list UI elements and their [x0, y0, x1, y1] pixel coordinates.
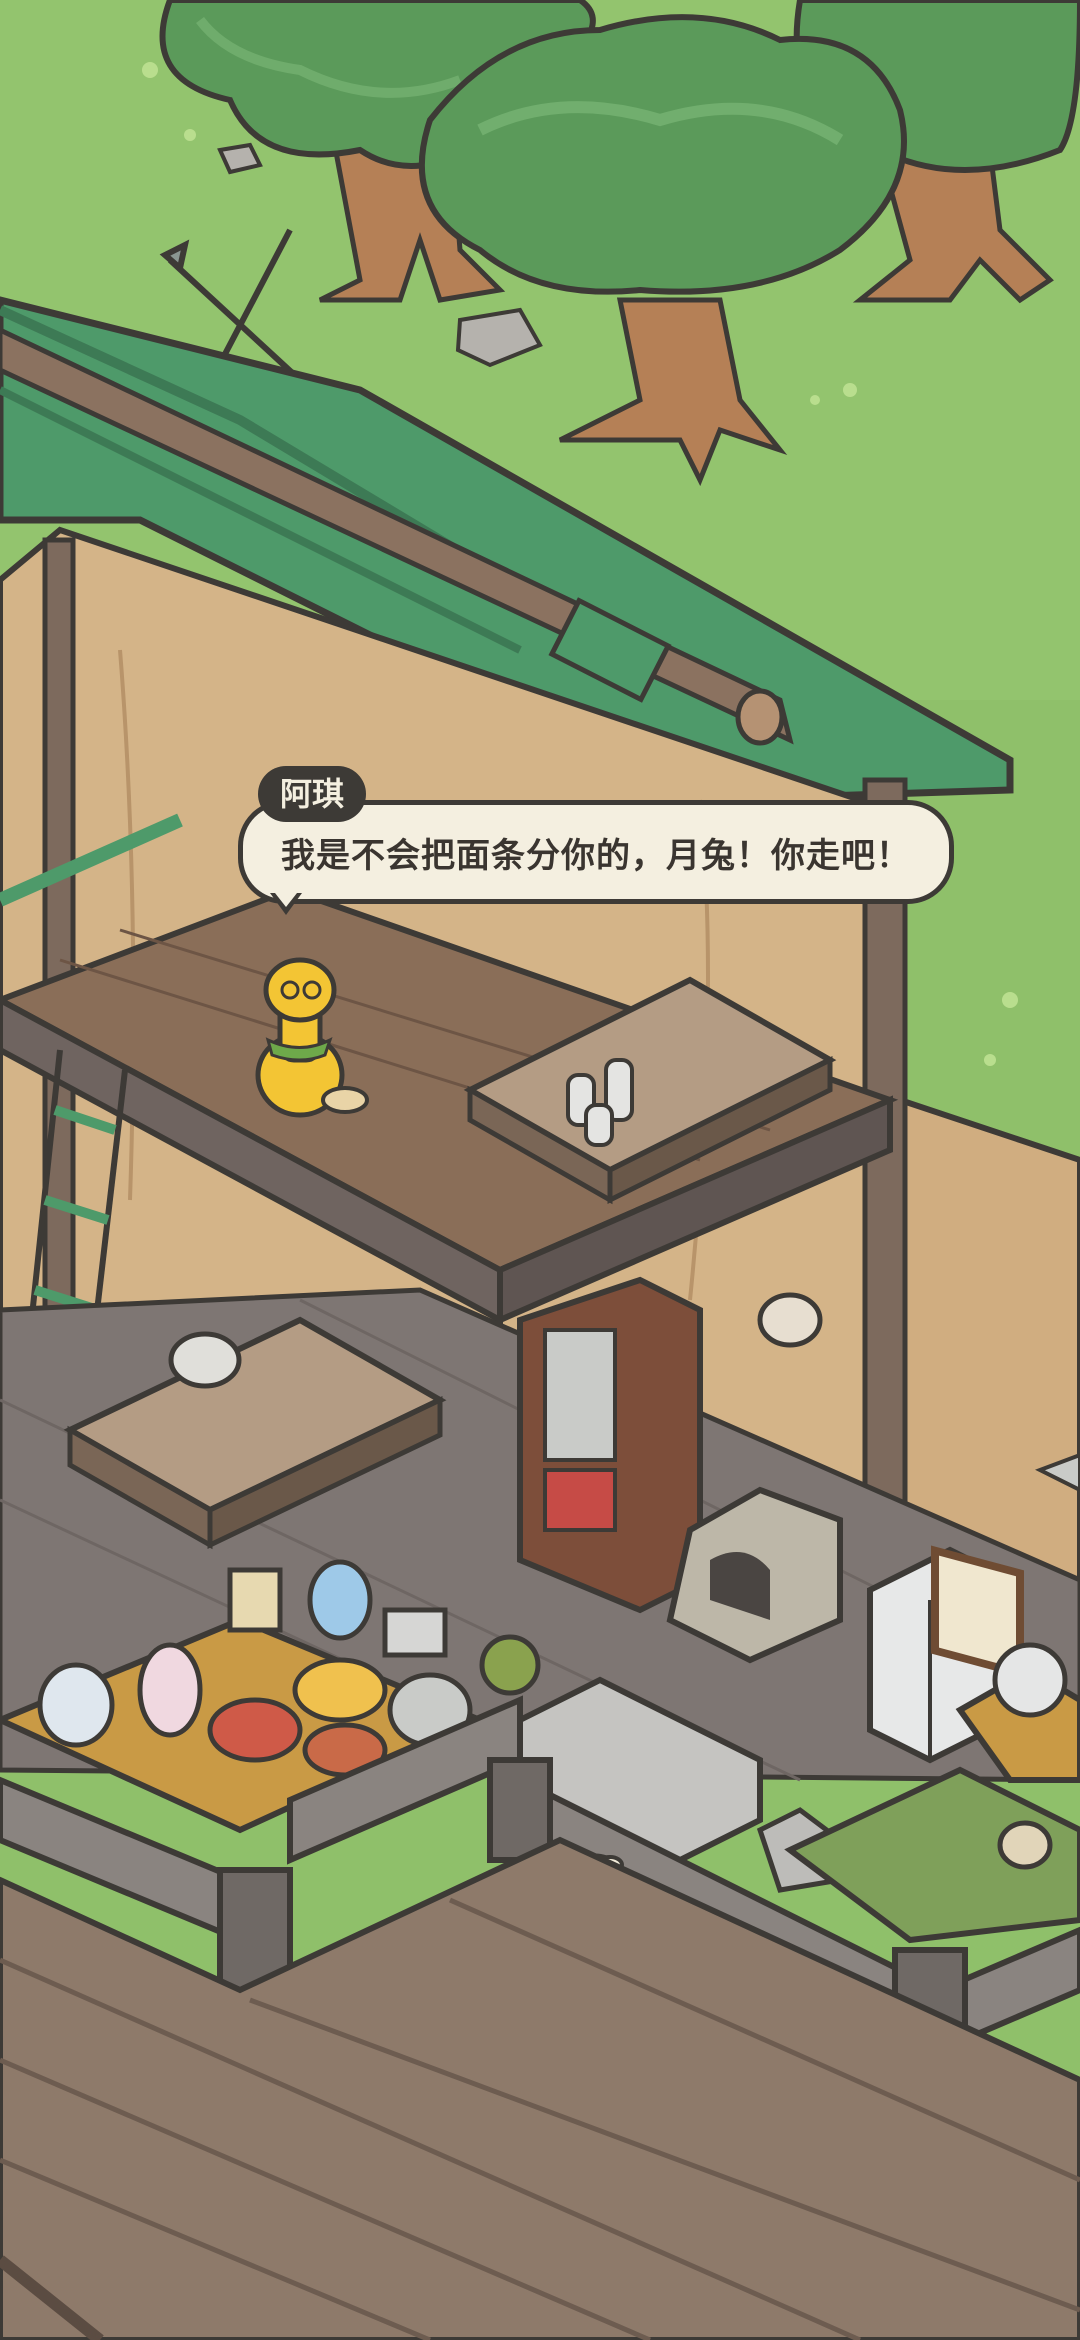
game-scene[interactable]: [0, 0, 1080, 2340]
speaker-name-tag: 阿琪: [258, 766, 367, 822]
game-screen[interactable]: 我是不会把面条分你的，月兔！你走吧！ 阿琪: [0, 0, 1080, 2340]
speech-bubble-tail-fill: [275, 893, 297, 907]
cabinet: [517, 1276, 703, 1614]
